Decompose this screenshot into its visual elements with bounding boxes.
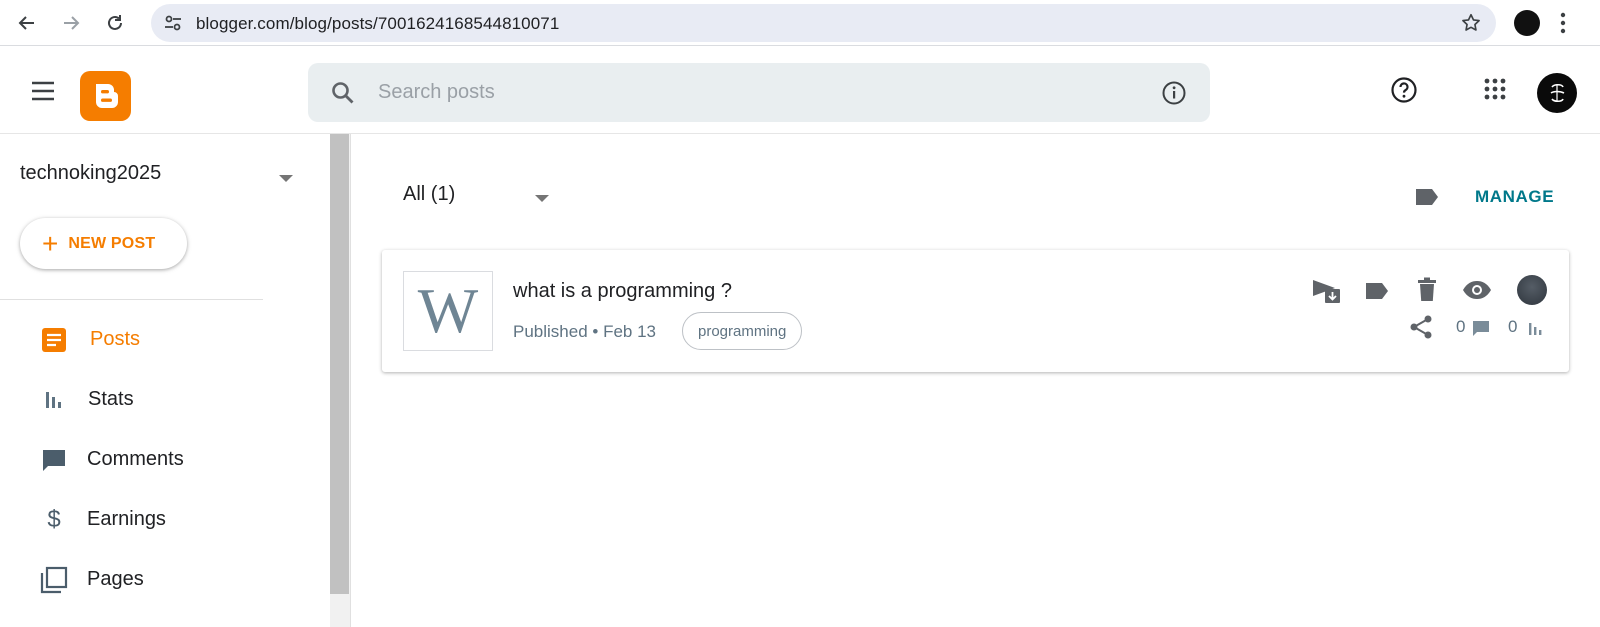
new-post-button[interactable]: + NEW POST bbox=[20, 218, 187, 269]
back-icon[interactable] bbox=[13, 9, 41, 37]
sidebar-item-label: Comments bbox=[87, 448, 184, 470]
sidebar-item-label: Earnings bbox=[87, 508, 166, 530]
manage-labels-button[interactable]: MANAGE bbox=[1475, 187, 1554, 207]
comments-icon bbox=[40, 446, 68, 474]
forward-icon[interactable] bbox=[57, 9, 85, 37]
sidebar-item-label: Stats bbox=[88, 388, 134, 410]
sidebar-item-label: Posts bbox=[90, 328, 141, 350]
dollar-icon: $ bbox=[47, 506, 61, 533]
stats-icon bbox=[40, 386, 68, 414]
author-avatar[interactable] bbox=[1517, 275, 1547, 305]
comments-icon[interactable] bbox=[1472, 319, 1490, 342]
blog-name[interactable]: technoking2025 bbox=[20, 162, 161, 185]
sidebar-item-comments[interactable]: Comments bbox=[0, 434, 330, 484]
account-avatar[interactable] bbox=[1537, 73, 1577, 113]
bookmark-star-icon[interactable] bbox=[1460, 12, 1482, 39]
label-icon[interactable] bbox=[1364, 281, 1390, 306]
sidebar-item-earnings[interactable]: $ Earnings bbox=[0, 494, 330, 544]
sidebar-item-pages[interactable]: Pages bbox=[0, 554, 330, 604]
share-icon[interactable] bbox=[1408, 314, 1434, 345]
post-status: Published • Feb 13 bbox=[513, 322, 656, 341]
divider bbox=[350, 134, 351, 627]
post-title[interactable]: what is a programming ? bbox=[513, 280, 732, 303]
revert-to-draft-icon[interactable] bbox=[1312, 277, 1342, 310]
url-text: blogger.com/blog/posts/70016241685448100… bbox=[196, 14, 560, 33]
plus-icon: + bbox=[42, 227, 59, 259]
new-post-label: NEW POST bbox=[68, 234, 156, 252]
sidebar-item-stats[interactable]: Stats bbox=[0, 374, 330, 424]
blogger-logo[interactable] bbox=[80, 71, 131, 121]
thumbnail-letter: W bbox=[417, 275, 479, 346]
browser-toolbar: blogger.com/blog/posts/70016241685448100… bbox=[0, 0, 1600, 46]
posts-icon bbox=[40, 326, 68, 354]
address-bar[interactable]: blogger.com/blog/posts/70016241685448100… bbox=[151, 4, 1496, 42]
reload-icon[interactable] bbox=[101, 9, 129, 37]
stats-icon[interactable] bbox=[1528, 322, 1544, 341]
sidebar-item-posts[interactable]: Posts bbox=[0, 314, 330, 364]
label-icon[interactable] bbox=[1414, 187, 1440, 212]
hamburger-menu-icon[interactable] bbox=[30, 80, 58, 107]
site-settings-icon[interactable] bbox=[163, 13, 183, 38]
browser-profile-avatar[interactable] bbox=[1514, 10, 1540, 36]
sidebar-scrollbar-thumb[interactable] bbox=[330, 134, 349, 594]
pages-icon bbox=[40, 566, 68, 594]
post-card[interactable]: W what is a programming ? Published • Fe… bbox=[382, 250, 1569, 372]
divider bbox=[0, 299, 263, 300]
help-icon[interactable] bbox=[1390, 76, 1418, 109]
search-input[interactable] bbox=[378, 77, 1138, 107]
info-icon[interactable] bbox=[1161, 80, 1187, 111]
sidebar-item-label: Pages bbox=[87, 568, 144, 590]
view-icon[interactable] bbox=[1462, 280, 1492, 305]
post-filter-select[interactable]: All (1) bbox=[403, 183, 455, 206]
post-thumbnail[interactable]: W bbox=[403, 271, 493, 351]
chevron-down-icon[interactable] bbox=[534, 190, 550, 208]
search-icon[interactable] bbox=[330, 80, 356, 111]
app-header bbox=[0, 46, 1600, 134]
chevron-down-icon[interactable] bbox=[278, 170, 294, 188]
apps-grid-icon[interactable] bbox=[1484, 78, 1506, 105]
kebab-menu-icon[interactable] bbox=[1560, 10, 1566, 41]
delete-icon[interactable] bbox=[1416, 277, 1438, 308]
view-count: 0 bbox=[1508, 317, 1518, 336]
sidebar: technoking2025 + NEW POST Posts Stats Co… bbox=[0, 134, 330, 627]
comment-count: 0 bbox=[1456, 317, 1466, 336]
post-label-chip[interactable]: programming bbox=[682, 312, 803, 350]
search-bar bbox=[308, 63, 1210, 122]
